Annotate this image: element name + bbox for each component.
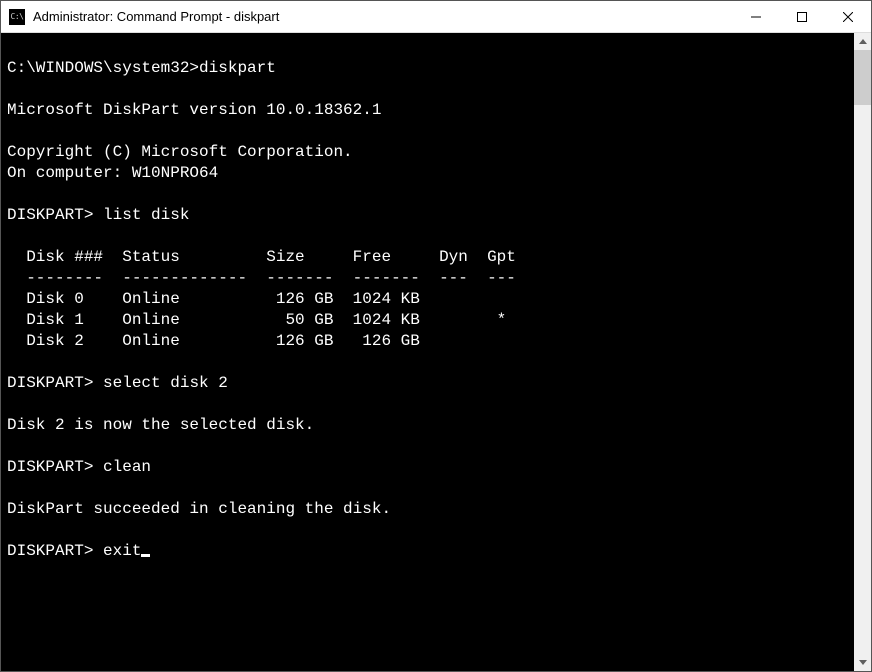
clean-result: DiskPart succeeded in cleaning the disk. xyxy=(7,500,391,518)
prompt: C:\WINDOWS\system32> xyxy=(7,59,199,77)
minimize-button[interactable] xyxy=(733,1,779,32)
close-button[interactable] xyxy=(825,1,871,32)
table-header: Disk ### Status Size Free Dyn Gpt xyxy=(7,248,516,266)
cursor xyxy=(141,554,150,557)
on-computer-line: On computer: W10NPRO64 xyxy=(7,164,218,182)
cmd-icon: C:\ xyxy=(9,9,25,25)
titlebar[interactable]: C:\ Administrator: Command Prompt - disk… xyxy=(1,1,871,33)
vertical-scrollbar[interactable] xyxy=(854,33,871,671)
command-list-disk: list disk xyxy=(93,206,189,224)
table-divider: -------- ------------- ------- ------- -… xyxy=(7,269,516,287)
version-line: Microsoft DiskPart version 10.0.18362.1 xyxy=(7,101,381,119)
maximize-icon xyxy=(797,12,807,22)
prompt: DISKPART> xyxy=(7,374,93,392)
table-row: Disk 0 Online 126 GB 1024 KB xyxy=(7,290,535,308)
chevron-up-icon xyxy=(859,39,867,44)
copyright-line: Copyright (C) Microsoft Corporation. xyxy=(7,143,353,161)
terminal[interactable]: C:\WINDOWS\system32>diskpart Microsoft D… xyxy=(1,33,854,671)
scroll-down-button[interactable] xyxy=(854,654,871,671)
chevron-down-icon xyxy=(859,660,867,665)
window-title: Administrator: Command Prompt - diskpart xyxy=(33,9,733,24)
command-clean: clean xyxy=(93,458,151,476)
table-row: Disk 1 Online 50 GB 1024 KB * xyxy=(7,311,535,329)
window: C:\ Administrator: Command Prompt - disk… xyxy=(0,0,872,672)
prompt: DISKPART> xyxy=(7,458,93,476)
maximize-button[interactable] xyxy=(779,1,825,32)
scroll-up-button[interactable] xyxy=(854,33,871,50)
line: C:\WINDOWS\system32>diskpart Microsoft D… xyxy=(7,59,535,560)
command-select-disk: select disk 2 xyxy=(93,374,227,392)
close-icon xyxy=(843,12,853,22)
command-exit: exit xyxy=(93,542,141,560)
select-result: Disk 2 is now the selected disk. xyxy=(7,416,314,434)
scrollbar-thumb[interactable] xyxy=(854,50,871,105)
prompt: DISKPART> xyxy=(7,206,93,224)
minimize-icon xyxy=(751,12,761,22)
window-controls xyxy=(733,1,871,32)
command-diskpart: diskpart xyxy=(199,59,276,77)
prompt: DISKPART> xyxy=(7,542,93,560)
table-row: Disk 2 Online 126 GB 126 GB xyxy=(7,332,535,350)
client-area: C:\WINDOWS\system32>diskpart Microsoft D… xyxy=(1,33,871,671)
